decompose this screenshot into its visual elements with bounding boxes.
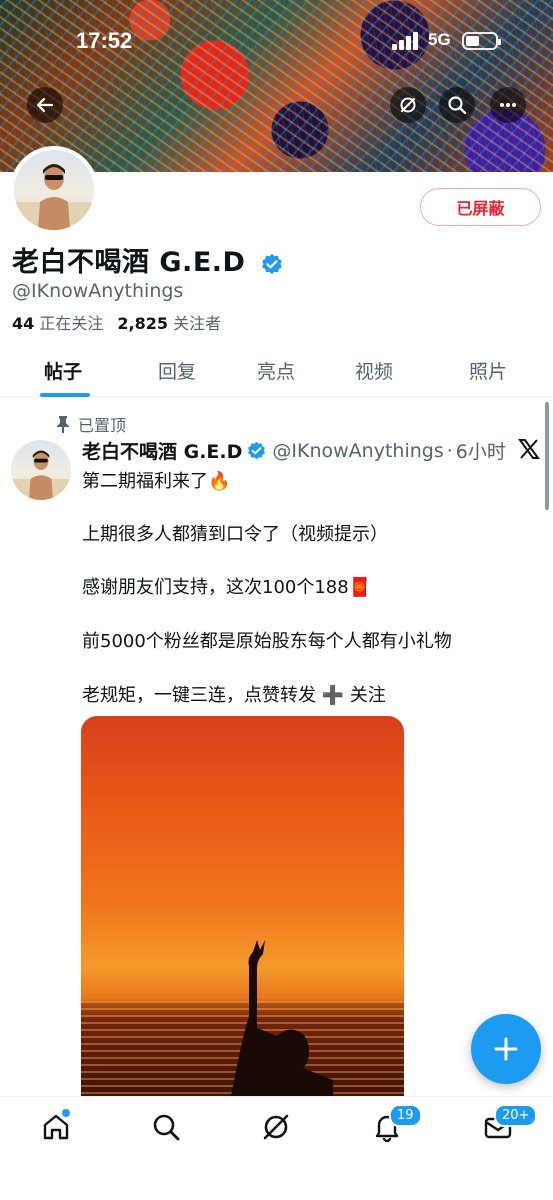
post-avatar-image [11, 450, 71, 500]
more-icon [500, 103, 516, 107]
tab-videos[interactable]: 视频 [355, 357, 393, 384]
post-author-handle[interactable]: @IKnowAnythings [272, 440, 443, 462]
profile-display-name: 老白不喝酒 G.E.D [12, 240, 283, 279]
bottom-navigation: 19 20+ [0, 1096, 553, 1200]
battery-icon [462, 32, 501, 50]
avatar-image [14, 164, 94, 230]
pinned-indicator: 已置顶 [56, 412, 126, 436]
display-name-text: 老白不喝酒 G.E.D [12, 247, 246, 278]
profile-handle: @IKnowAnythings [12, 280, 184, 302]
back-button[interactable] [27, 87, 63, 123]
home-unread-dot [62, 1109, 70, 1117]
status-time: 17:52 [76, 28, 133, 53]
tab-photos[interactable]: 照片 [469, 357, 507, 384]
nav-notifications[interactable]: 19 [371, 1104, 422, 1143]
pinned-label: 已置顶 [78, 416, 127, 435]
profile-avatar[interactable] [10, 146, 98, 234]
active-tab-indicator [40, 393, 90, 397]
followers-link[interactable]: 2,825 关注者 [117, 314, 221, 333]
post-text-line: 感谢朋友们支持，这次100个188🧧 [82, 577, 372, 598]
tab-posts[interactable]: 帖子 [44, 357, 82, 384]
post-separator: · [446, 439, 453, 462]
post-text-line: 老规矩，一键三连，点赞转发 ➕ 关注 [82, 685, 386, 706]
tab-highlights[interactable]: 亮点 [257, 357, 295, 384]
notifications-badge: 19 [389, 1104, 422, 1127]
post-media-image[interactable] [81, 716, 404, 1096]
plus-icon [494, 1037, 518, 1061]
post-text-line: 前5000个粉丝都是原始股东每个人都有小礼物 [82, 631, 452, 652]
grok-icon [400, 97, 416, 113]
post-text-line: 第二期福利来了🔥 [82, 471, 231, 492]
nav-explore[interactable] [150, 1111, 182, 1143]
followers-count: 2,825 [117, 314, 168, 333]
post-verified-badge-icon [248, 441, 266, 460]
tab-replies[interactable]: 回复 [158, 357, 196, 384]
silhouette [231, 940, 333, 1096]
following-label: 正在关注 [39, 314, 104, 333]
network-type: 5G [428, 30, 451, 49]
grok-icon [263, 1114, 289, 1140]
x-logo-icon[interactable] [518, 438, 540, 460]
search-icon [153, 1114, 180, 1141]
following-count: 44 [12, 314, 35, 333]
grok-button[interactable] [390, 87, 426, 123]
more-button[interactable] [490, 87, 526, 123]
profile-stats: 44 正在关注 2,825 关注者 [12, 310, 221, 334]
status-bar: 17:52 5G [0, 0, 553, 80]
verified-badge-icon [262, 253, 283, 274]
blocked-button[interactable]: 已屏蔽 [420, 188, 541, 226]
followers-label: 关注者 [173, 314, 222, 333]
compose-button[interactable] [471, 1014, 541, 1084]
pin-icon [57, 416, 69, 433]
search-icon [448, 96, 467, 115]
post-time[interactable]: 6小时 [456, 437, 506, 464]
back-arrow-icon [36, 97, 54, 113]
nav-grok[interactable] [260, 1111, 292, 1143]
signal-icon [392, 32, 420, 50]
post-header: 老白不喝酒 G.E.D @IKnowAnythings · 6小时 [82, 437, 506, 464]
nav-messages[interactable]: 20+ [482, 1104, 538, 1143]
nav-home[interactable] [40, 1109, 72, 1143]
following-link[interactable]: 44 正在关注 [12, 314, 103, 333]
scrollbar[interactable] [545, 402, 549, 510]
post-author-avatar[interactable] [11, 440, 71, 500]
post-author-name[interactable]: 老白不喝酒 G.E.D [82, 437, 242, 464]
messages-badge: 20+ [494, 1104, 538, 1127]
profile-tabs: 帖子 回复 亮点 视频 照片 [0, 345, 553, 397]
post-text-line: 上期很多人都猜到口令了（视频提示） [82, 524, 388, 545]
search-button[interactable] [439, 87, 475, 123]
